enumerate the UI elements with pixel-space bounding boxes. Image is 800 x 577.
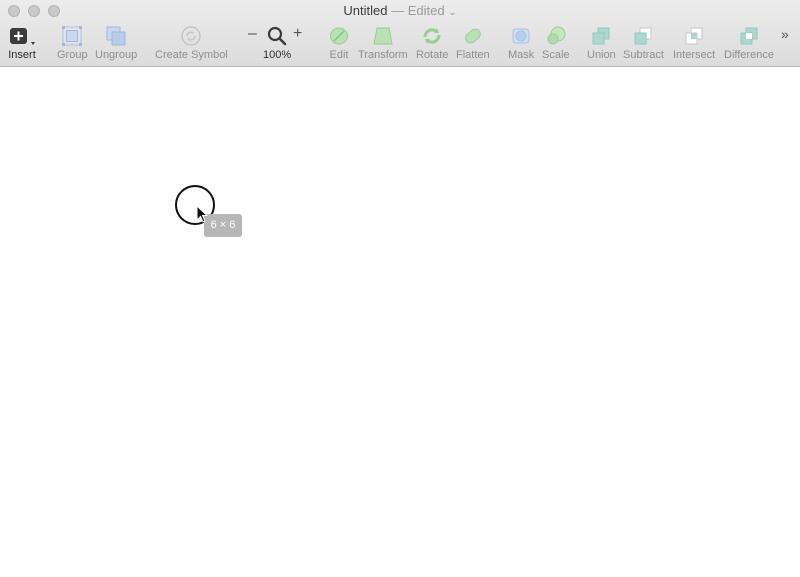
intersect-icon [683, 24, 705, 48]
design-canvas[interactable] [0, 67, 800, 577]
difference-label: Difference [724, 49, 774, 61]
symbol-icon [180, 24, 202, 48]
mask-button[interactable]: Mask [508, 24, 534, 61]
scale-label: Scale [542, 49, 570, 61]
group-icon [61, 24, 83, 48]
mouse-pointer-icon [196, 205, 209, 223]
union-label: Union [587, 49, 616, 61]
insert-button[interactable]: Insert [7, 24, 37, 61]
subtract-button[interactable]: Subtract [623, 24, 664, 61]
flatten-label: Flatten [456, 49, 490, 61]
union-button[interactable]: Union [587, 24, 616, 61]
mask-label: Mask [508, 49, 535, 61]
document-status: Edited [407, 3, 445, 18]
flatten-button[interactable]: Flatten [456, 24, 490, 61]
rotate-label: Rotate [416, 49, 449, 61]
create-symbol-label: Create Symbol [155, 49, 228, 61]
transform-label: Transform [358, 49, 408, 61]
transform-button[interactable]: Transform [358, 24, 408, 61]
ungroup-label: Ungroup [95, 49, 138, 61]
pen-edit-icon [328, 24, 350, 48]
document-title: Untitled [343, 3, 388, 18]
zoom-out-button[interactable]: – [248, 25, 257, 43]
plus-box-icon [7, 24, 37, 48]
subtract-icon [632, 24, 654, 48]
rotate-button[interactable]: Rotate [416, 24, 448, 61]
difference-icon [738, 24, 760, 48]
chevron-down-icon[interactable]: ⌄ [448, 7, 456, 18]
edit-label: Edit [329, 49, 349, 61]
insert-label: Insert [8, 49, 36, 61]
scale-button[interactable]: Scale [542, 24, 570, 61]
zoom-in-button[interactable]: + [293, 25, 302, 43]
edit-button[interactable]: Edit [328, 24, 350, 61]
intersect-label: Intersect [673, 49, 716, 61]
zoom-level: 100% [263, 49, 292, 61]
window-titlebar: Untitled — Edited ⌄ Insert Group Ungroup… [0, 0, 800, 67]
flatten-icon [462, 24, 484, 48]
toolbar-overflow-button[interactable]: » [781, 26, 789, 42]
ungroup-button[interactable]: Ungroup [95, 24, 137, 61]
difference-button[interactable]: Difference [724, 24, 774, 61]
rotate-icon [420, 24, 444, 48]
subtract-label: Subtract [623, 49, 664, 61]
group-label: Group [57, 49, 88, 61]
window-title[interactable]: Untitled — Edited ⌄ [0, 3, 800, 18]
ungroup-icon [105, 24, 127, 48]
union-icon [590, 24, 612, 48]
group-button[interactable]: Group [57, 24, 88, 61]
transform-icon [371, 24, 395, 48]
magnifier-icon [266, 24, 288, 48]
zoom-control[interactable]: 100% [263, 24, 291, 61]
mask-icon [510, 24, 532, 48]
title-separator: — [391, 3, 405, 18]
create-symbol-button[interactable]: Create Symbol [155, 24, 228, 61]
scale-icon [545, 24, 567, 48]
intersect-button[interactable]: Intersect [673, 24, 715, 61]
